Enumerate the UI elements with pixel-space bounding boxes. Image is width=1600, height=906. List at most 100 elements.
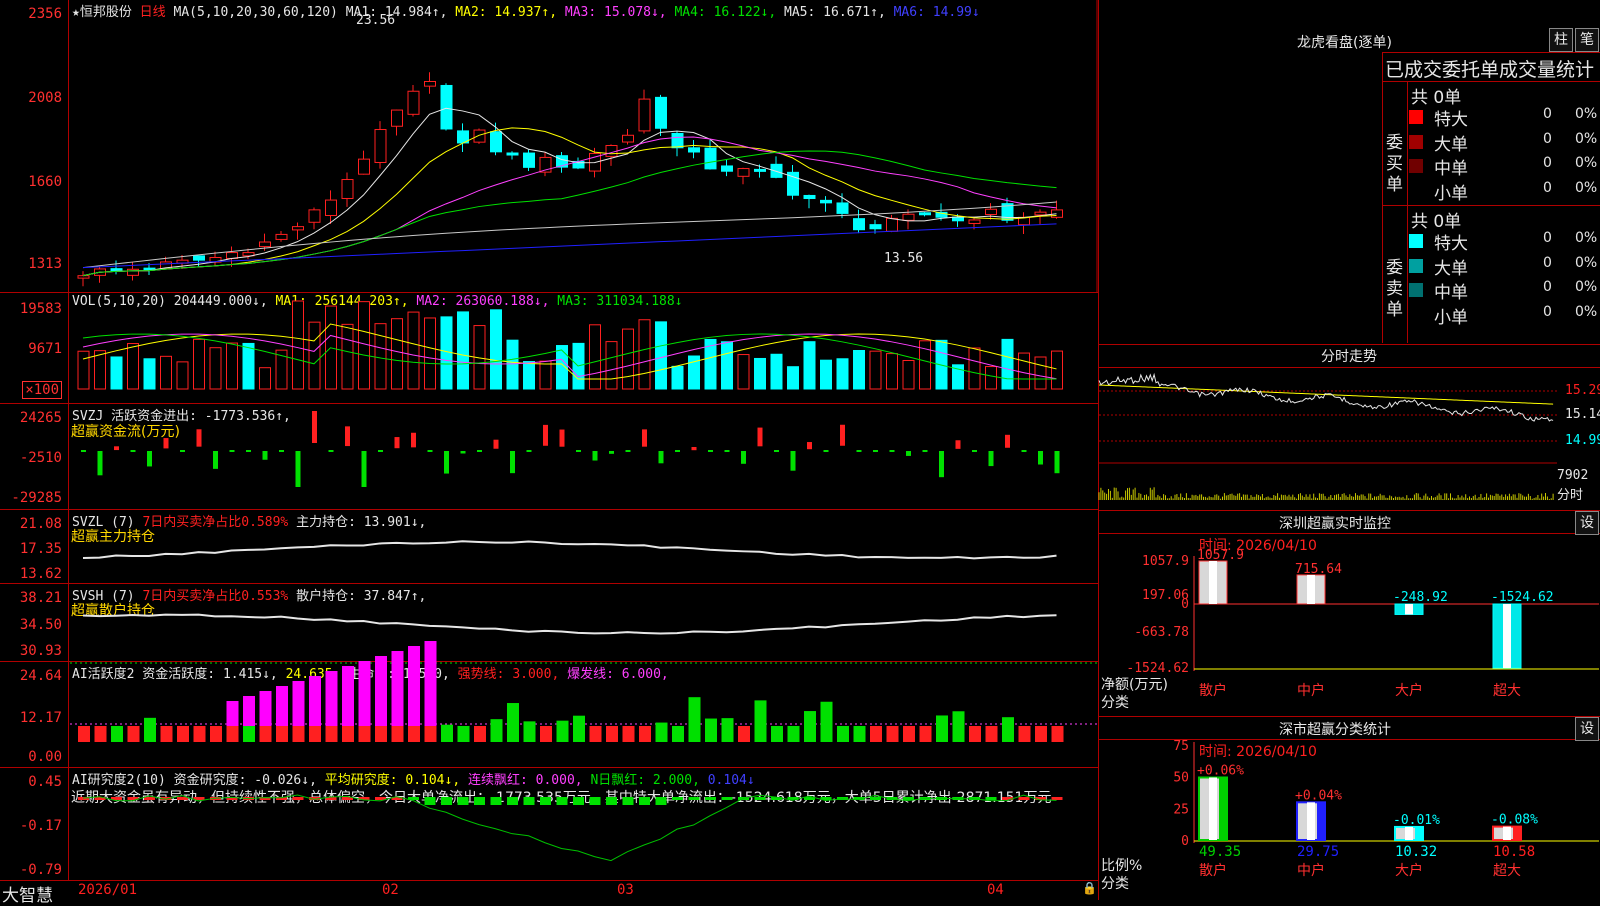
volume-bar xyxy=(193,338,205,390)
stat-category: 中户 xyxy=(1297,862,1325,879)
stat-y-label: 25 xyxy=(1173,802,1189,817)
flow-bar xyxy=(444,451,449,474)
activity-bar xyxy=(820,701,833,726)
candle xyxy=(605,145,618,157)
activity-base xyxy=(193,726,206,742)
ai2-pane[interactable]: 0.45 -0.17 -0.79 AI研究度2(10) 资金研究度: -0.02… xyxy=(0,768,1098,881)
kline-pane[interactable]: 2356 2008 1660 1313 ★恒邦股份 日线 MA(5,10,20,… xyxy=(0,0,1098,293)
activity-base xyxy=(589,726,602,742)
high-mark: 23.56 xyxy=(356,13,396,28)
activity-base xyxy=(441,726,453,742)
color-swatch xyxy=(1409,183,1423,198)
flow-bar xyxy=(477,450,482,452)
activity-bar xyxy=(391,651,404,726)
volume-bar xyxy=(737,354,750,390)
intraday-panel[interactable]: 分时走势 15.29 15.14 14.99 7902 分时 xyxy=(1098,345,1600,511)
lhb-panel: 龙虎看盘(逐单) 柱 笔 已成交委托单成交量统计 委买单 共 0单 特大 0 0% 大… xyxy=(1098,0,1600,345)
activity-base xyxy=(78,726,90,742)
research-bar xyxy=(523,797,535,805)
lock-icon[interactable]: 🔒 xyxy=(1082,881,1097,895)
svsh-pane[interactable]: 38.21 34.50 30.93 SVSH (7) 7日内买卖净占比0.553… xyxy=(0,584,1098,662)
flow-bar xyxy=(81,450,86,452)
row-count: 0 xyxy=(1543,303,1552,320)
order-stats-table: 已成交委托单成交量统计 委买单 共 0单 特大 0 0% 大单 0 0% 中单 0 0% 小单 0 0… xyxy=(1382,52,1600,343)
bar-mode-button[interactable]: 柱 xyxy=(1549,28,1573,52)
volume-bar xyxy=(143,358,156,390)
activity-base xyxy=(573,726,585,742)
volume-bar xyxy=(110,356,123,390)
flow-bar xyxy=(378,450,383,452)
research-bar xyxy=(721,797,733,800)
stat-chart: 75 50 25 0 +0.06% 49.35 散户 +0.04% 29.75 中户 -0.01% 1… xyxy=(1173,739,1599,879)
stat-panel[interactable]: 深市超赢分类统计 设 时间: 2026/04/10 75 50 25 0 +0.06% 4… xyxy=(1098,717,1600,900)
candle xyxy=(638,98,651,132)
volume-bar xyxy=(754,357,766,390)
candle xyxy=(259,241,271,248)
flow-bar xyxy=(246,450,251,452)
activity-base xyxy=(474,726,486,742)
research-bar xyxy=(985,797,997,800)
volume-bar xyxy=(622,328,634,390)
svzj-pane[interactable]: 24265 -2510 -29285 SVZJ 活跃资金进出: -1773.53… xyxy=(0,404,1098,510)
svzl-pane[interactable]: 21.08 17.35 13.62 SVZL (7) 7日内买卖净占比0.589… xyxy=(0,510,1098,584)
row-pct: 0% xyxy=(1575,303,1598,320)
activity-base xyxy=(787,726,800,742)
activity-base xyxy=(342,726,354,742)
activity-base xyxy=(886,726,899,742)
flow-bar xyxy=(493,439,499,449)
row-name: 中单 xyxy=(1434,159,1468,179)
flow-bar xyxy=(526,450,532,452)
activity-base xyxy=(507,726,519,742)
activity-base xyxy=(1035,726,1047,742)
flow-bar xyxy=(757,427,763,447)
monitor-category: 大户 xyxy=(1395,682,1423,699)
candle xyxy=(440,84,453,130)
activity-base xyxy=(309,726,321,742)
activity-bar xyxy=(342,666,354,726)
ai1-pane[interactable]: 24.64 12.17 0.00 AI活跃度2 资金活跃度: 1.415↓, 2… xyxy=(0,641,1098,768)
flow-bar xyxy=(625,450,631,452)
stat-xlabel: 分类 xyxy=(1101,876,1129,892)
flow-bar xyxy=(295,451,301,487)
volume-bar xyxy=(226,342,238,390)
candle xyxy=(622,134,634,143)
flow-bar xyxy=(1005,434,1010,448)
stat-bar-highlight xyxy=(1503,826,1511,840)
monitor-category: 超大 xyxy=(1493,683,1521,699)
candle xyxy=(803,194,816,200)
svsh-chart xyxy=(82,613,1057,635)
activity-bar xyxy=(705,718,717,726)
candle xyxy=(688,147,700,153)
flow-bar xyxy=(114,446,119,451)
stat-category: 超大 xyxy=(1493,863,1521,879)
activity-bar xyxy=(424,641,437,726)
volume-bar xyxy=(77,350,90,390)
activity-base xyxy=(754,726,767,742)
activity-base xyxy=(144,726,156,742)
activity-bar xyxy=(358,661,371,726)
activity-bar xyxy=(556,720,569,726)
activity-bar xyxy=(655,722,668,726)
svzj-chart xyxy=(81,411,1060,487)
research-bar xyxy=(424,797,436,805)
volume-pane[interactable]: 19583 9671 ×100 VOL(5,10,20) 204449.000↓… xyxy=(0,293,1098,404)
candle xyxy=(704,147,717,170)
order-mode-button[interactable]: 笔 xyxy=(1575,28,1599,52)
flow-bar xyxy=(427,450,433,452)
buy-row: 小单 0 0% xyxy=(1407,179,1600,204)
research-bar xyxy=(639,797,650,805)
candle xyxy=(110,268,123,272)
row-count: 0 xyxy=(1543,254,1552,271)
row-name: 小单 xyxy=(1434,307,1468,328)
activity-bar xyxy=(259,691,272,726)
activity-bar xyxy=(375,656,387,726)
color-swatch xyxy=(1409,234,1423,248)
candle xyxy=(754,168,766,172)
flow-bar xyxy=(708,450,713,452)
flow-bar xyxy=(510,451,515,474)
monitor-bar-highlight xyxy=(1405,604,1413,615)
research-bar xyxy=(1051,797,1063,800)
monitor-bar-highlight xyxy=(1209,561,1217,604)
monitor-panel[interactable]: 深圳超赢实时监控 设 时间: 2026/04/10 1057.9 197.06 0-… xyxy=(1098,511,1600,717)
x-label: 04 xyxy=(987,882,1004,898)
